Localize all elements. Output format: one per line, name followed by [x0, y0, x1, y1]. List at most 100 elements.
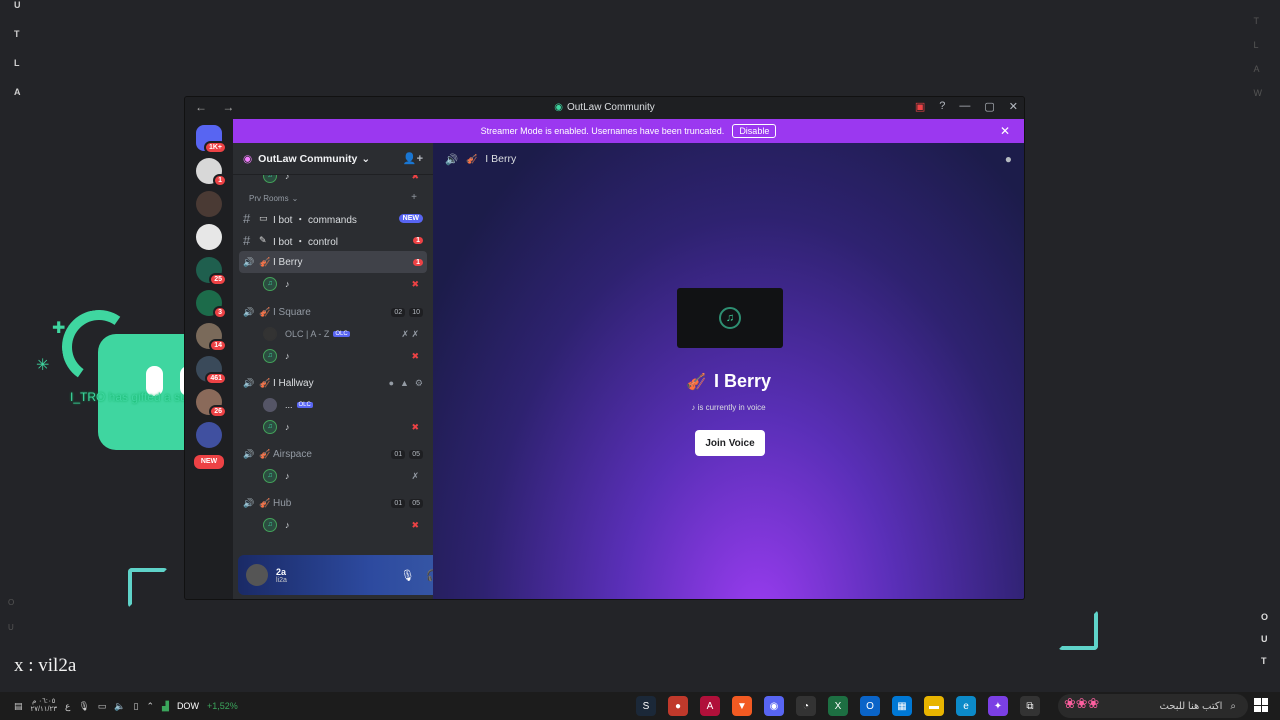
- chevron-down-icon: ⌄: [361, 152, 371, 165]
- user-avatar: [263, 398, 277, 412]
- inbox-icon[interactable]: ▣: [915, 100, 925, 113]
- start-button[interactable]: [1254, 698, 1268, 712]
- channel-bot-commands[interactable]: # ▭ I bot ・ commands NEW: [239, 207, 427, 229]
- microphone-icon[interactable]: 🎙: [400, 569, 414, 582]
- close-button[interactable]: ✕: [1009, 100, 1018, 113]
- store-icon[interactable]: ▦: [892, 696, 912, 716]
- pinned-apps: S ● A ▼ ◉ ◔ X O ▦ ▬ e ✦ ⧉: [636, 696, 1040, 716]
- invite-icon[interactable]: ▲: [400, 378, 409, 388]
- chat-icon[interactable]: ●: [389, 378, 394, 388]
- speaker-icon: 🔊: [243, 497, 255, 508]
- streamer-mode-banner: Streamer Mode is enabled. Usernames have…: [233, 119, 1024, 143]
- voice-user-row[interactable]: ♫ ♪ ✖: [239, 514, 427, 536]
- voice-user-row[interactable]: OLC | A - Z OLC ✗ ✗: [239, 323, 427, 345]
- channel-airspace[interactable]: 🔊 🎻 Airspace 01 05: [239, 443, 427, 465]
- sparkle-icon: ✳: [36, 357, 50, 374]
- violin-icon: 🎻: [259, 306, 271, 317]
- muted-icon: ✗ ✗: [401, 328, 419, 339]
- overlay-letter: T: [1253, 16, 1260, 26]
- windows-taskbar: ▤ ٠٦:٠٥ م ٢٧/١١/٢٣ ع 🎙 ▭ 🔈 ▯ ⌃ ▟ DOW +1,…: [0, 692, 1280, 720]
- user-avatar: ♫: [263, 518, 277, 532]
- app-icon[interactable]: ●: [668, 696, 688, 716]
- channel-berry[interactable]: 🔊 🎻 I Berry 1: [239, 251, 427, 273]
- server-icon[interactable]: [196, 422, 222, 448]
- server-icon[interactable]: [196, 224, 222, 250]
- user-info[interactable]: 2a li2a: [276, 567, 287, 584]
- speedometer-icon[interactable]: ◔: [796, 696, 816, 716]
- deafened-icon: ✖: [411, 421, 419, 432]
- task-view-icon[interactable]: ⧉: [1020, 696, 1040, 716]
- microphone-icon[interactable]: 🎙: [78, 701, 89, 712]
- language-indicator[interactable]: ع: [65, 701, 70, 712]
- violin-icon: 🎻: [259, 377, 271, 388]
- stock-name[interactable]: DOW: [177, 701, 199, 711]
- voice-user-row[interactable]: ♫ ♪ ✖: [239, 345, 427, 367]
- server-tag: OLC: [296, 402, 313, 408]
- server-icon[interactable]: 461: [196, 356, 227, 385]
- voice-user-tile[interactable]: ♫: [677, 288, 783, 348]
- edge-icon[interactable]: e: [956, 696, 976, 716]
- close-banner-icon[interactable]: ✕: [1000, 124, 1010, 138]
- join-voice-button[interactable]: Join Voice: [695, 430, 765, 456]
- new-server-badge[interactable]: NEW: [194, 455, 224, 469]
- server-name: OutLaw Community: [258, 152, 358, 165]
- copilot-icon[interactable]: ✦: [988, 696, 1008, 716]
- speaker-icon: 🔊: [243, 306, 255, 317]
- violin-icon: 🎻: [259, 256, 271, 267]
- channel-hub[interactable]: 🔊 🎻 Hub 01 05: [239, 492, 427, 514]
- chat-icon[interactable]: ●: [1005, 152, 1012, 166]
- chevron-up-icon[interactable]: ⌃: [146, 701, 154, 712]
- mention-badge: 26: [209, 405, 227, 418]
- user-avatar: ♫: [263, 469, 277, 483]
- overlay-letter: A: [1253, 64, 1260, 74]
- hash-icon: #: [243, 210, 251, 226]
- excel-icon[interactable]: X: [828, 696, 848, 716]
- channel-square[interactable]: 🔊 🎻 I Square 02 10: [239, 301, 427, 323]
- stock-chart-icon: ▟: [162, 700, 169, 711]
- notification-icon[interactable]: ▤: [14, 701, 23, 712]
- voice-user-row[interactable]: ... OLC: [239, 394, 427, 416]
- server-icon[interactable]: 1: [196, 158, 227, 187]
- settings-icon[interactable]: ⚙: [415, 378, 423, 389]
- channel-hallway[interactable]: 🔊 🎻 I Hallway ● ▲ ⚙: [239, 372, 427, 394]
- invite-people-icon[interactable]: 👤+: [403, 152, 423, 165]
- server-icon[interactable]: 1K+: [196, 125, 227, 154]
- disable-streamer-mode-button[interactable]: Disable: [732, 124, 777, 138]
- voice-user-row[interactable]: ♫ ♪ ✗: [239, 465, 427, 487]
- voice-user-row[interactable]: ♫ ♪ ✖: [239, 273, 427, 295]
- voice-user-row[interactable]: ♫ ♪ ✖: [239, 416, 427, 438]
- brave-icon[interactable]: ▼: [732, 696, 752, 716]
- user-avatar[interactable]: [246, 564, 268, 586]
- speaker-icon: 🔊: [445, 153, 459, 166]
- stream-overlay-letters-right-bottom: O U T: [1261, 612, 1268, 666]
- taskbar-search[interactable]: ❀❀❀ اكتب هنا للبحث ⌕: [1058, 694, 1248, 718]
- maximize-button[interactable]: ▢: [984, 100, 994, 113]
- steam-icon[interactable]: S: [636, 696, 656, 716]
- category-prv-rooms[interactable]: Prv Rooms ⌄ +: [239, 183, 427, 207]
- overlay-letter: W: [1253, 88, 1263, 98]
- channel-title: I Berry: [485, 153, 517, 165]
- stock-change: +1,52%: [206, 701, 238, 711]
- add-channel-icon[interactable]: +: [411, 192, 417, 203]
- voice-user-row[interactable]: ♫ ♪ ✖: [239, 175, 427, 183]
- server-icon[interactable]: 3: [196, 290, 227, 319]
- acrobat-icon[interactable]: A: [700, 696, 720, 716]
- server-icon[interactable]: 25: [196, 257, 227, 286]
- volume-icon[interactable]: 🔈: [114, 701, 125, 712]
- help-icon[interactable]: ?: [939, 100, 945, 113]
- violin-icon: 🎻: [259, 448, 271, 459]
- discord-taskbar-icon[interactable]: ◉: [764, 696, 784, 716]
- channel-bot-control[interactable]: # ✎ I bot ・ control 1: [239, 229, 427, 251]
- server-icon[interactable]: 14: [196, 323, 227, 352]
- outlook-icon[interactable]: O: [860, 696, 880, 716]
- clock[interactable]: ٠٦:٠٥ م ٢٧/١١/٢٣: [31, 698, 57, 714]
- network-icon[interactable]: ▭: [98, 701, 107, 712]
- server-header[interactable]: ◉ OutLaw Community ⌄ 👤+: [233, 143, 433, 175]
- overlay-logo-icon: [1058, 610, 1098, 650]
- battery-icon[interactable]: ▯: [134, 701, 139, 712]
- minimize-button[interactable]: —: [959, 100, 970, 113]
- robot-icon: ▭: [259, 212, 268, 223]
- server-icon[interactable]: 26: [196, 389, 227, 418]
- file-explorer-icon[interactable]: ▬: [924, 696, 944, 716]
- server-icon[interactable]: [196, 191, 222, 217]
